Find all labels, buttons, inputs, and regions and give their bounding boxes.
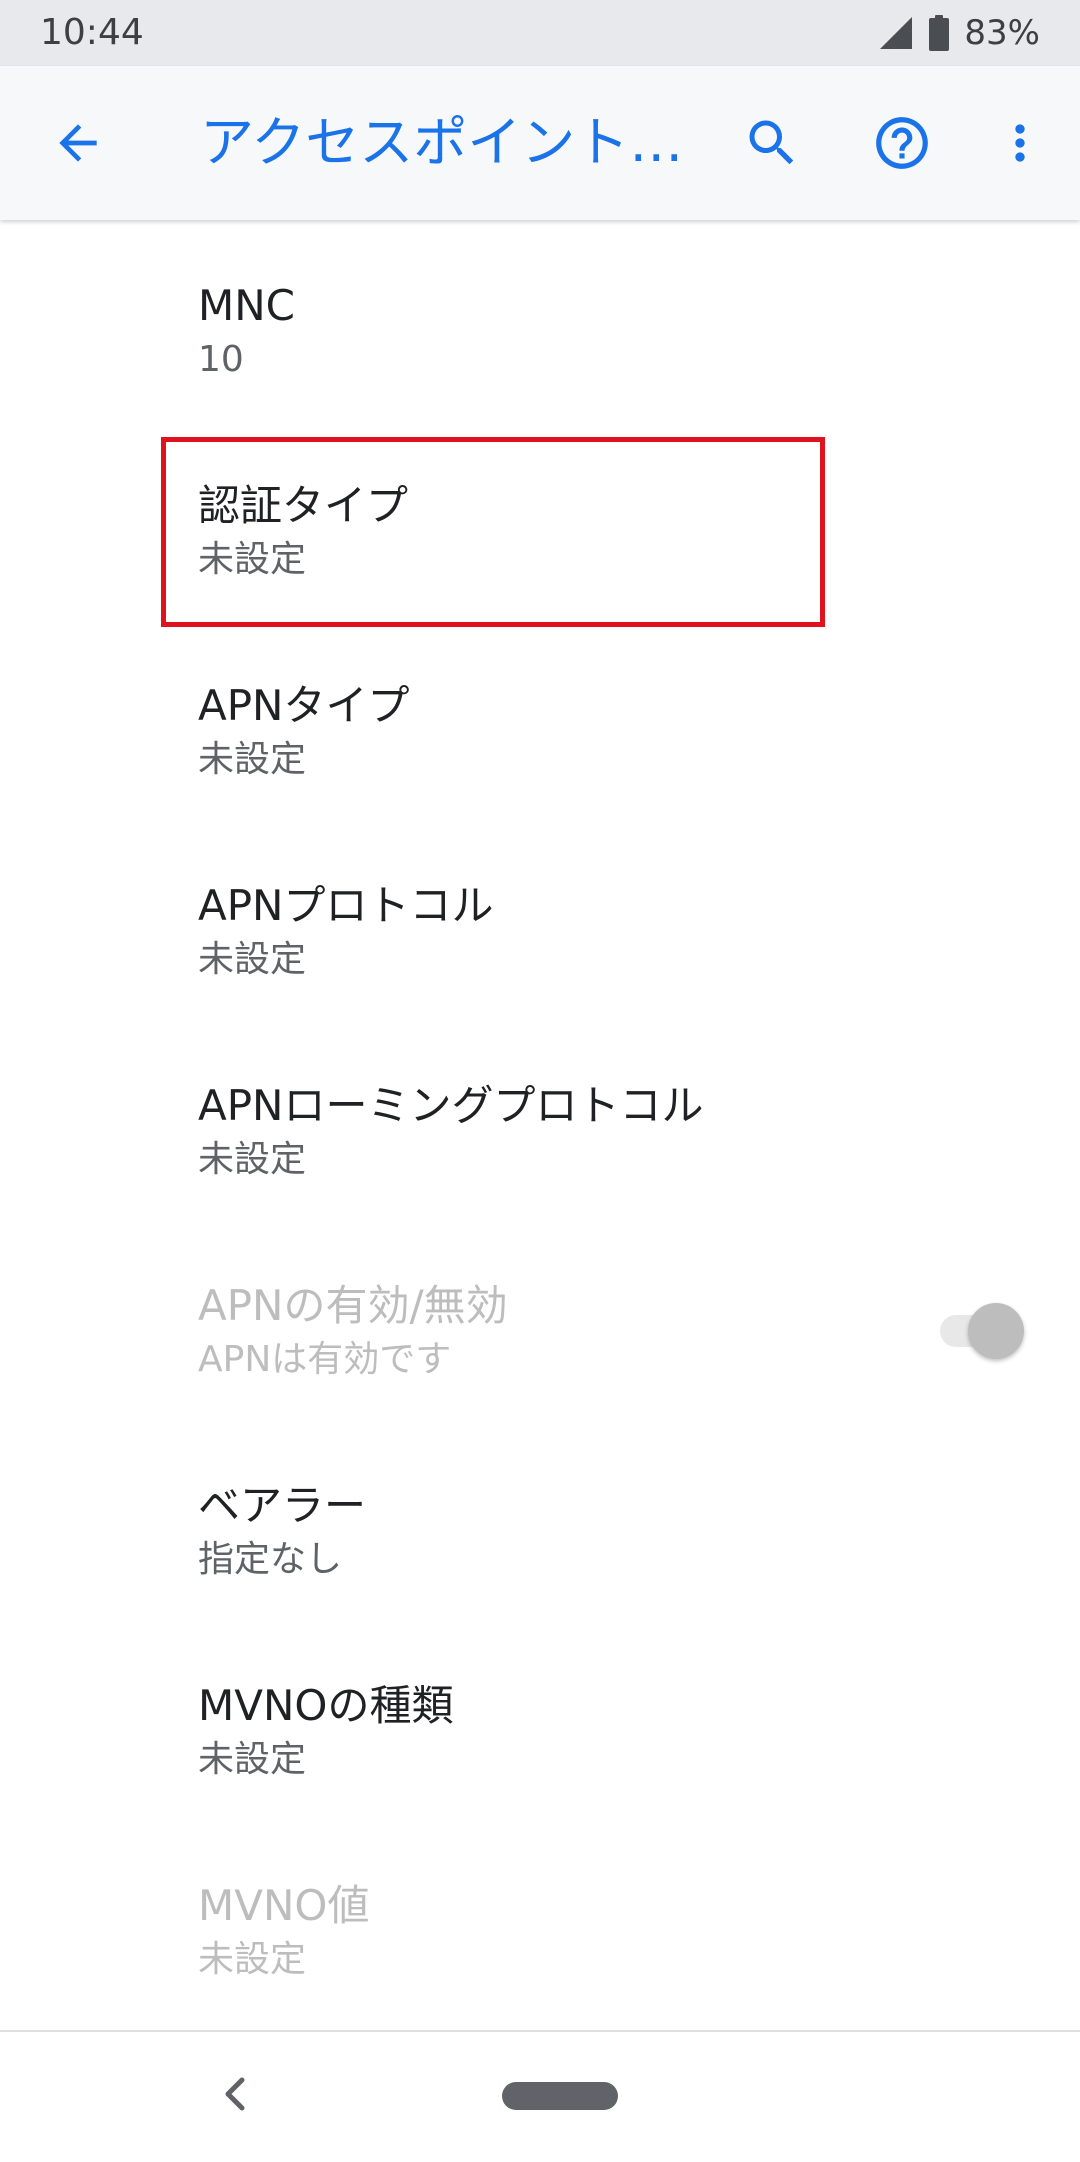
arrow-left-icon bbox=[59, 124, 97, 162]
pref-title: MNC bbox=[198, 281, 295, 330]
navigation-bar bbox=[0, 2030, 1080, 2162]
pref-item-mvno-type[interactable]: MVNOの種類 未設定 bbox=[0, 1620, 1080, 1820]
status-bar: 10:44 83% bbox=[0, 0, 1080, 66]
nav-home-pill[interactable] bbox=[502, 2082, 618, 2110]
pref-summary: APNは有効です bbox=[198, 1339, 452, 1380]
more-vert-icon bbox=[1015, 124, 1025, 162]
back-button[interactable] bbox=[36, 101, 120, 185]
highlight-box bbox=[161, 437, 825, 627]
pref-item-apn-type[interactable]: APNタイプ 未設定 bbox=[0, 620, 1080, 820]
pref-item-mvno-value: MVNO値 未設定 bbox=[0, 1820, 1080, 2020]
pref-summary: 指定なし bbox=[198, 1539, 343, 1580]
page-title: アクセスポイント… bbox=[200, 111, 684, 174]
status-icons: 83% bbox=[878, 10, 1040, 56]
pref-title: MVNO値 bbox=[198, 1881, 370, 1930]
help-button[interactable] bbox=[860, 101, 944, 185]
pref-item-apn-roaming-protocol[interactable]: APNローミングプロトコル 未設定 bbox=[0, 1020, 1080, 1220]
pref-title: APNローミングプロトコル bbox=[198, 1081, 704, 1130]
pref-title: APNプロトコル bbox=[198, 881, 494, 930]
pref-summary: 未設定 bbox=[198, 1939, 307, 1980]
pref-item-apn-protocol[interactable]: APNプロトコル 未設定 bbox=[0, 820, 1080, 1020]
pref-summary: 10 bbox=[198, 339, 244, 380]
pref-item-bearer[interactable]: ベアラー 指定なし bbox=[0, 1420, 1080, 1620]
battery-percentage: 83% bbox=[964, 13, 1040, 53]
pref-summary: 未設定 bbox=[198, 939, 307, 980]
pref-title: ベアラー bbox=[198, 1481, 367, 1530]
battery-icon bbox=[929, 15, 950, 51]
pref-summary: 未設定 bbox=[198, 1139, 307, 1180]
pref-item-apn-enable: APNの有効/無効 APNは有効です bbox=[0, 1220, 1080, 1420]
help-circle-icon bbox=[876, 117, 928, 169]
switch-thumb bbox=[968, 1303, 1024, 1359]
search-icon bbox=[749, 120, 794, 165]
pref-item-mnc[interactable]: MNC 10 bbox=[0, 220, 1080, 420]
apn-enable-switch[interactable] bbox=[936, 1300, 1028, 1360]
pref-title: APNタイプ bbox=[198, 681, 410, 730]
more-options-button[interactable] bbox=[978, 101, 1062, 185]
search-button[interactable] bbox=[730, 101, 814, 185]
pref-title: MVNOの種類 bbox=[198, 1681, 454, 1730]
status-time: 10:44 bbox=[40, 12, 144, 53]
nav-back-icon[interactable] bbox=[210, 2064, 260, 2124]
signal-icon bbox=[880, 17, 913, 49]
pref-summary: 未設定 bbox=[198, 1739, 307, 1780]
pref-title: APNの有効/無効 bbox=[198, 1281, 508, 1330]
pref-summary: 未設定 bbox=[198, 739, 307, 780]
app-bar: アクセスポイント… bbox=[0, 66, 1080, 220]
